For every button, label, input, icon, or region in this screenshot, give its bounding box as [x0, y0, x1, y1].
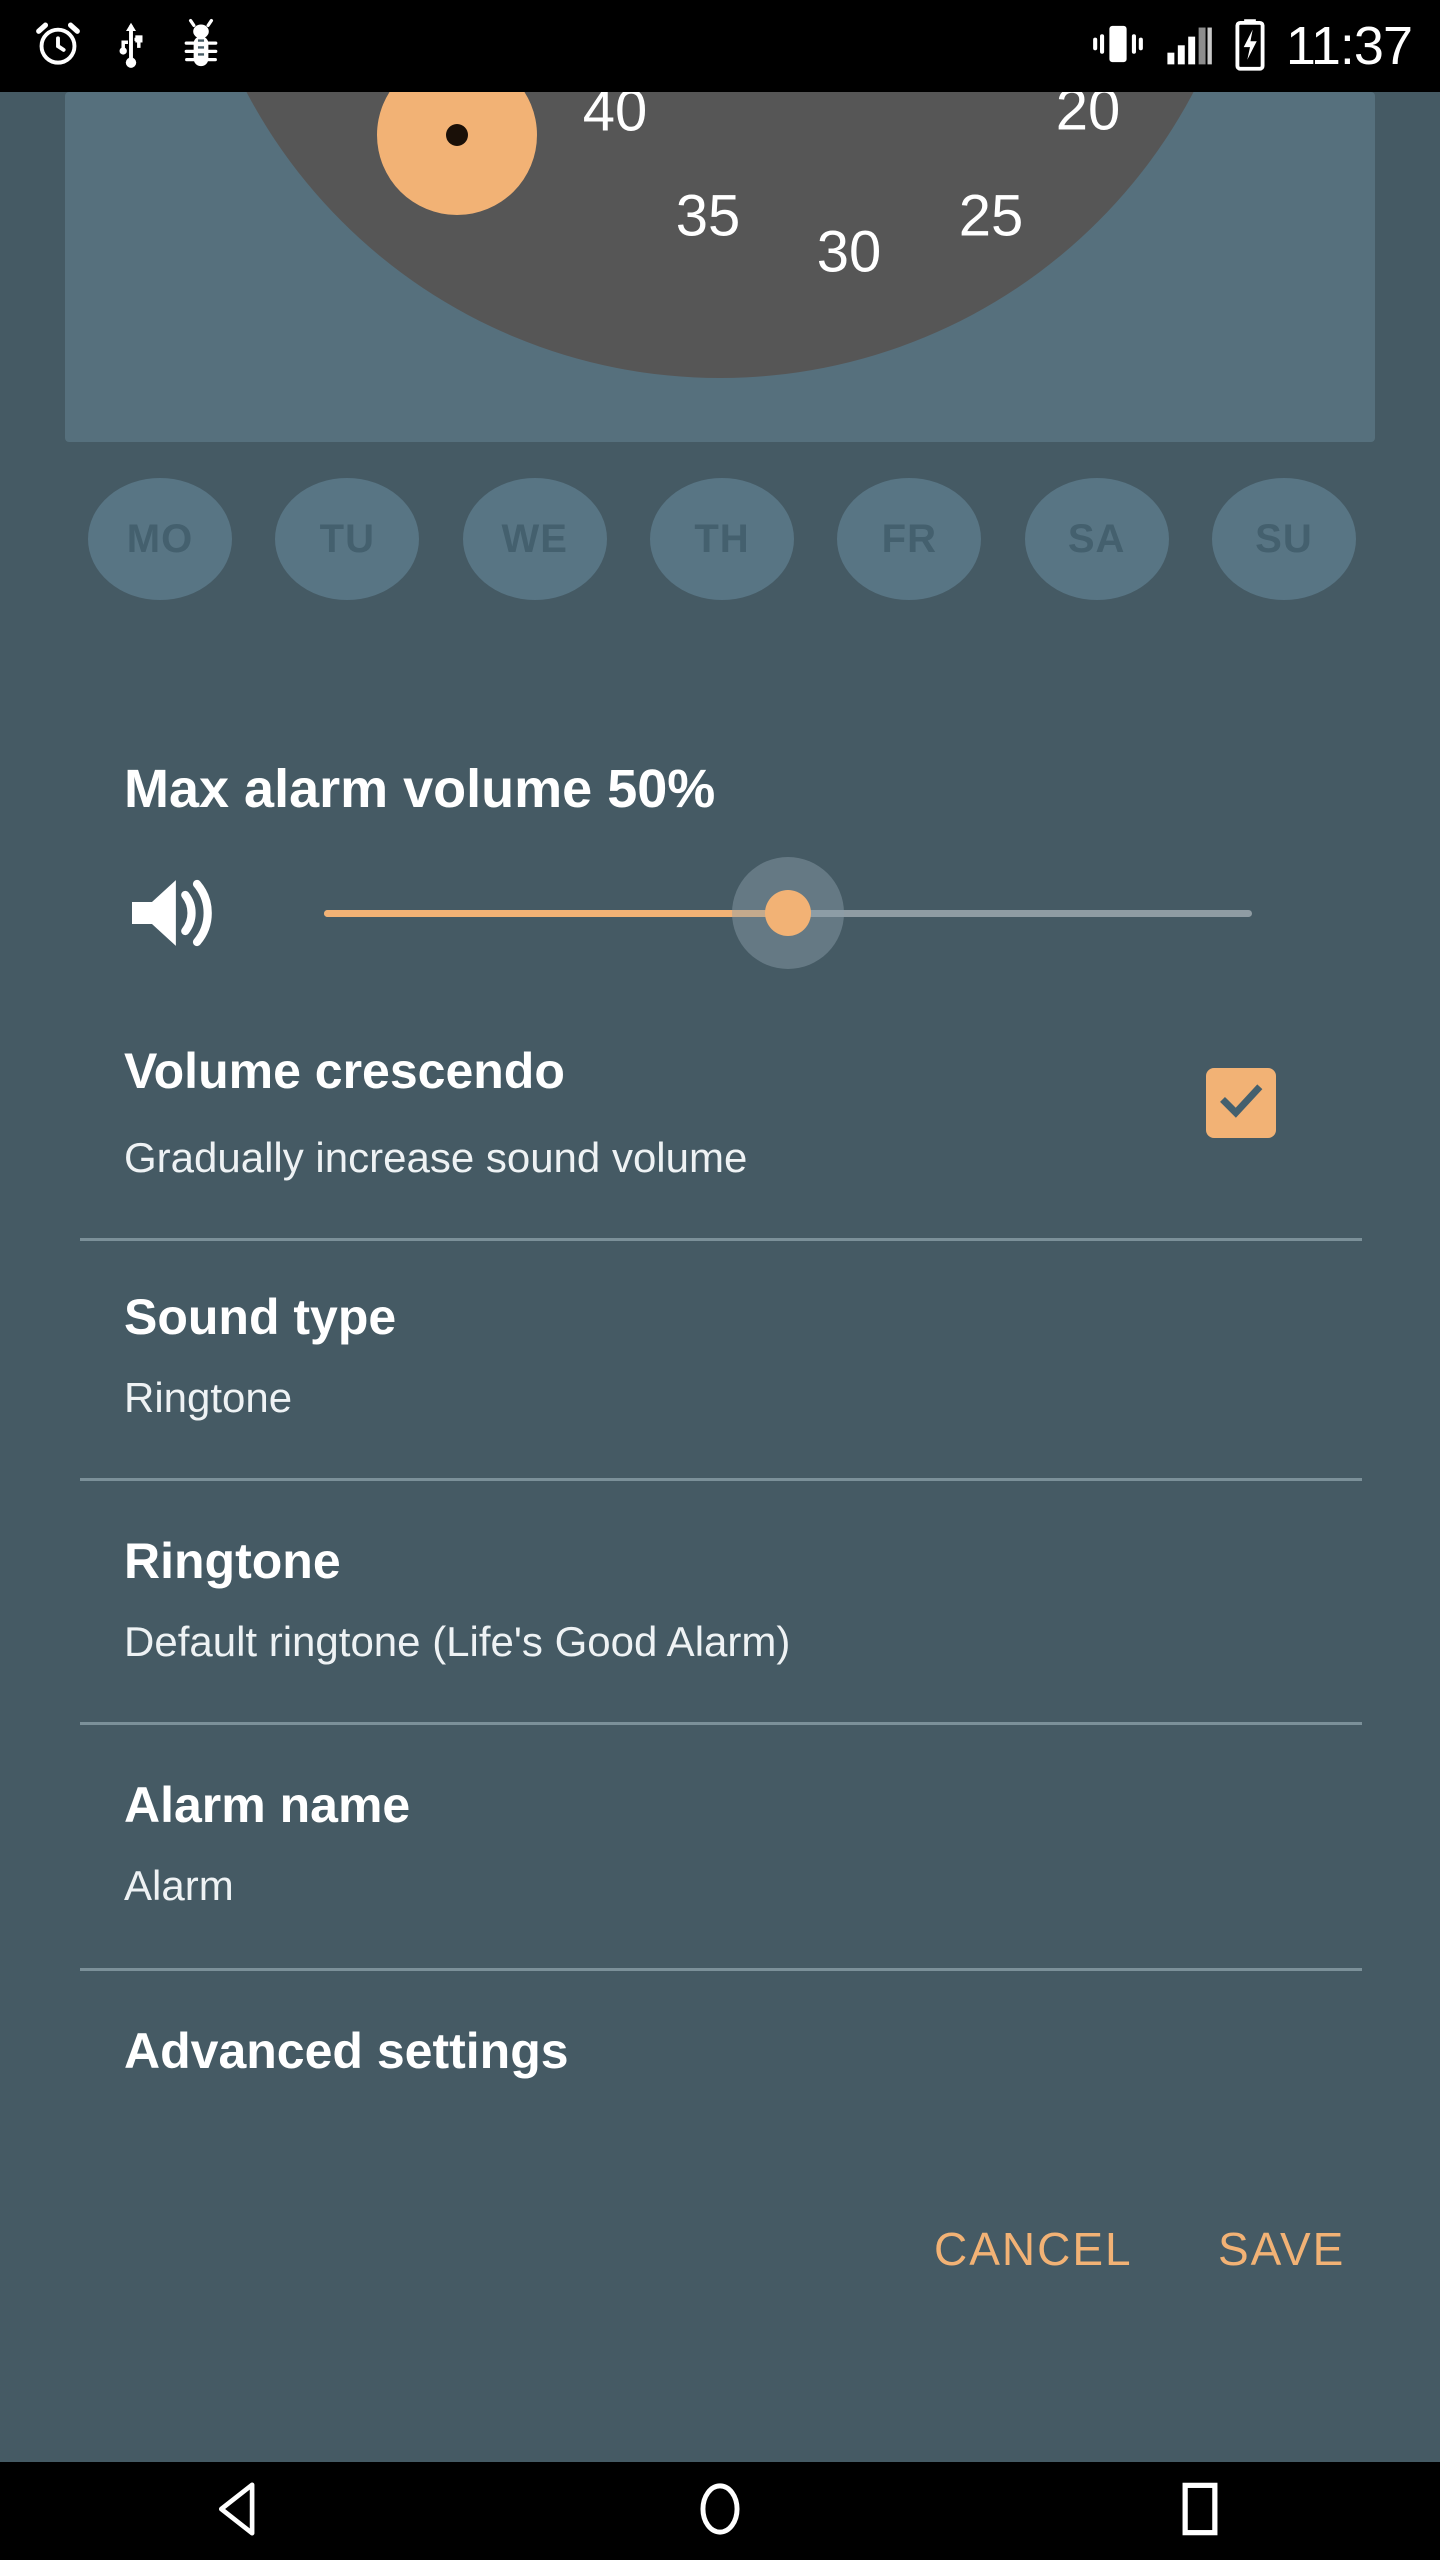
- day-chip-we[interactable]: WE: [462, 478, 607, 600]
- day-chip-fr[interactable]: FR: [837, 478, 982, 600]
- dial-number-35[interactable]: 35: [676, 183, 741, 250]
- home-button[interactable]: [640, 2462, 800, 2560]
- status-bar: 11:37: [0, 0, 1440, 92]
- debug-bug-icon: [178, 18, 224, 75]
- day-chip-label: SU: [1255, 516, 1313, 561]
- checkmark-icon: [1215, 1075, 1267, 1132]
- day-chip-tu[interactable]: TU: [275, 478, 420, 600]
- setting-row-sound-type[interactable]: Sound type Ringtone: [0, 1288, 1440, 1458]
- day-chip-label: MO: [126, 516, 194, 561]
- dial-selection-circle: [377, 92, 537, 215]
- volume-crescendo-subtitle: Gradually increase sound volume: [124, 1134, 748, 1181]
- alarm-name-value: Alarm: [124, 1862, 234, 1909]
- time-picker-card[interactable]: 20 25 30 35 40: [65, 92, 1375, 442]
- day-chip-label: TH: [694, 516, 750, 561]
- minute-dial[interactable]: 20 25 30 35 40: [185, 92, 1255, 378]
- setting-row-volume-crescendo[interactable]: Volume crescendo Gradually increase soun…: [0, 1042, 1440, 1232]
- home-icon: [687, 2476, 753, 2547]
- dial-number-20[interactable]: 20: [1056, 92, 1121, 144]
- alarm-name-title: Alarm name: [124, 1777, 411, 1833]
- volume-slider-row[interactable]: [124, 848, 1310, 978]
- android-navigation-bar: [0, 2462, 1440, 2560]
- divider-after-alarm-name: [80, 1968, 1362, 1971]
- dial-number-30[interactable]: 30: [817, 219, 882, 286]
- day-chip-label: TU: [319, 516, 375, 561]
- ringtone-title: Ringtone: [124, 1533, 341, 1589]
- back-button[interactable]: [160, 2462, 320, 2560]
- speaker-volume-icon: [124, 866, 234, 965]
- day-chip-th[interactable]: TH: [649, 478, 794, 600]
- status-bar-clock: 11:37: [1285, 16, 1413, 76]
- day-chip-label: FR: [881, 516, 937, 561]
- dial-center-dot: [446, 124, 468, 146]
- divider-after-ringtone: [80, 1722, 1362, 1725]
- save-button[interactable]: SAVE: [1218, 2222, 1345, 2276]
- dial-number-40[interactable]: 40: [583, 92, 648, 145]
- volume-slider-thumb[interactable]: [765, 890, 811, 936]
- recents-button[interactable]: [1120, 2462, 1280, 2560]
- repeat-day-selector: MO TU WE TH FR SA SU: [88, 478, 1356, 600]
- alarm-edit-screen: 11:37 20 25 30 35 40 MO TU WE TH FR SA S…: [0, 0, 1440, 2560]
- signal-bars-icon: [1162, 18, 1214, 75]
- day-chip-sa[interactable]: SA: [1024, 478, 1169, 600]
- battery-charging-icon: [1230, 17, 1270, 76]
- vibrate-icon: [1090, 18, 1146, 75]
- recents-icon: [1167, 2476, 1233, 2547]
- sound-type-value: Ringtone: [124, 1374, 293, 1421]
- cancel-button[interactable]: CANCEL: [934, 2222, 1133, 2276]
- setting-row-alarm-name[interactable]: Alarm name Alarm: [0, 1776, 1440, 1946]
- volume-slider-fill: [324, 910, 788, 917]
- alarm-clock-icon: [32, 18, 84, 75]
- volume-crescendo-title: Volume crescendo: [124, 1043, 565, 1099]
- sound-type-title: Sound type: [124, 1289, 397, 1345]
- setting-row-ringtone[interactable]: Ringtone Default ringtone (Life's Good A…: [0, 1532, 1440, 1702]
- status-bar-left-icons: [32, 18, 224, 75]
- dialog-actions: CANCEL SAVE: [0, 2222, 1440, 2322]
- day-chip-label: SA: [1067, 516, 1126, 561]
- ringtone-value: Default ringtone (Life's Good Alarm): [124, 1618, 791, 1665]
- setting-row-advanced-settings[interactable]: Advanced settings: [0, 2022, 1440, 2112]
- volume-crescendo-checkbox[interactable]: [1206, 1068, 1276, 1138]
- divider-after-crescendo: [80, 1238, 1362, 1241]
- dial-number-25[interactable]: 25: [959, 183, 1024, 250]
- day-chip-su[interactable]: SU: [1211, 478, 1356, 600]
- status-bar-right-icons: 11:37: [1090, 16, 1413, 76]
- usb-icon: [112, 18, 150, 75]
- day-chip-label: WE: [501, 516, 568, 561]
- day-chip-mo[interactable]: MO: [88, 478, 232, 600]
- max-alarm-volume-label: Max alarm volume 50%: [124, 759, 716, 819]
- advanced-settings-title: Advanced settings: [124, 2023, 569, 2079]
- divider-after-sound-type: [80, 1478, 1362, 1481]
- back-icon: [207, 2476, 273, 2547]
